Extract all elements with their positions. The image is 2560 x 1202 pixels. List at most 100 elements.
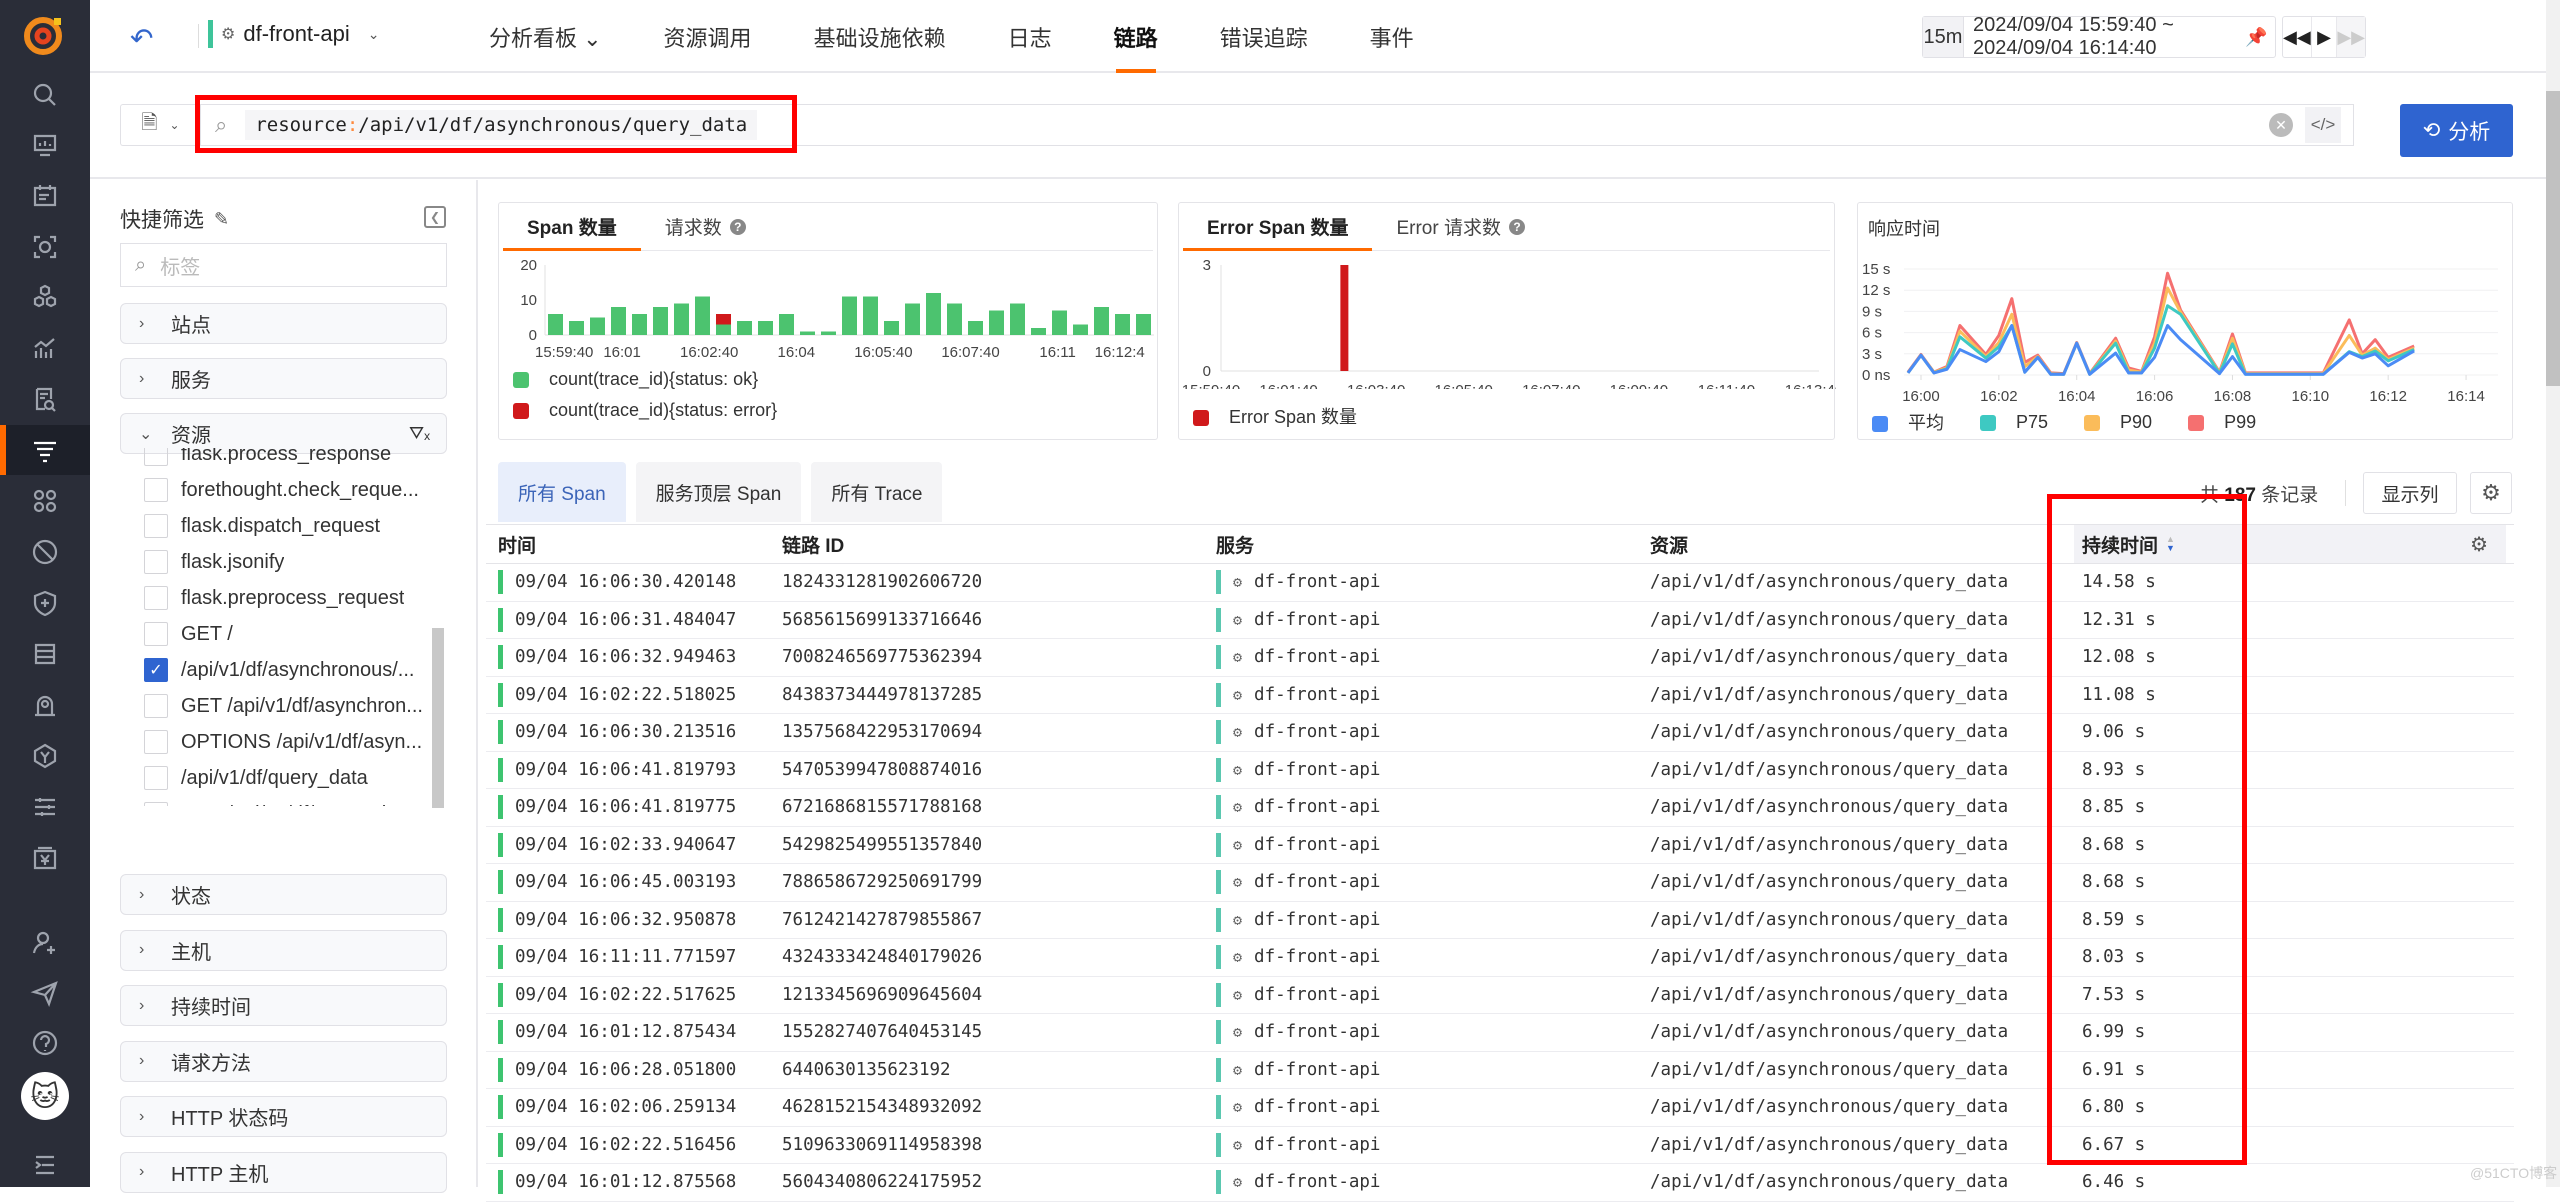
cell-trace-id[interactable]: 1552827407640453145 — [782, 1022, 1216, 1042]
resource-item[interactable]: ✓/api/v1/df/asynchronous/... — [144, 652, 444, 688]
bar-ok[interactable] — [800, 332, 815, 336]
tab-error-span-count[interactable]: Error Span 数量 — [1183, 203, 1372, 250]
bar-ok[interactable] — [632, 314, 647, 335]
cell-service[interactable]: ⚙df-front-api — [1216, 1133, 1650, 1157]
server-icon[interactable] — [0, 629, 90, 679]
col-time[interactable]: 时间 — [486, 531, 782, 558]
checkbox[interactable] — [144, 730, 168, 754]
filter-lines-icon[interactable] — [0, 425, 90, 475]
col-service[interactable]: 服务 — [1216, 531, 1650, 558]
cell-resource[interactable]: /api/v1/df/asynchronous/query_data — [1650, 910, 2082, 930]
billing-icon[interactable] — [0, 833, 90, 883]
cell-resource[interactable]: /api/v1/df/asynchronous/query_data — [1650, 947, 2082, 967]
chart-icon[interactable] — [0, 323, 90, 373]
cell-service[interactable]: ⚙df-front-api — [1216, 608, 1650, 632]
bar-ok[interactable] — [863, 297, 878, 336]
bar-error[interactable] — [1340, 265, 1348, 371]
bar-ok[interactable] — [779, 314, 794, 335]
filter-group-bottom-3[interactable]: ›请求方法 — [120, 1041, 447, 1082]
send-icon[interactable] — [0, 968, 90, 1018]
tab-1[interactable]: 资源调用 — [633, 0, 783, 73]
view-tab-1[interactable]: 服务顶层 Span — [636, 462, 802, 522]
edit-icon[interactable]: ✎ — [214, 209, 229, 230]
cell-service[interactable]: ⚙df-front-api — [1216, 1020, 1650, 1044]
query-type-selector[interactable]: 🗎 ⌄ — [120, 104, 200, 146]
service-selector[interactable]: ⚙ df-front-api ⌄ — [208, 20, 379, 48]
cell-service[interactable]: ⚙df-front-api — [1216, 1095, 1650, 1119]
cell-service[interactable]: ⚙df-front-api — [1216, 570, 1650, 594]
bar-ok[interactable] — [842, 297, 857, 336]
play-icon[interactable]: ▶ — [2312, 17, 2338, 57]
cell-resource[interactable]: /api/v1/df/asynchronous/query_data — [1650, 610, 2082, 630]
cell-trace-id[interactable]: 5470539947808874016 — [782, 760, 1216, 780]
tab-error-request-count[interactable]: Error 请求数? — [1372, 203, 1549, 250]
cell-trace-id[interactable]: 1357568422953170694 — [782, 722, 1216, 742]
dashboard-icon[interactable] — [0, 120, 90, 170]
tab-3[interactable]: 日志 — [977, 0, 1083, 73]
doc-search-icon[interactable] — [0, 374, 90, 424]
filter-group-bottom-1[interactable]: ›主机 — [120, 930, 447, 971]
bar-ok[interactable] — [590, 318, 605, 336]
help-icon[interactable]: ? — [730, 219, 746, 235]
filter-group-0[interactable]: ›站点 — [120, 303, 447, 344]
page-scrollbar[interactable] — [2546, 0, 2560, 1187]
cell-service[interactable]: ⚙df-front-api — [1216, 758, 1650, 782]
bar-ok[interactable] — [1115, 314, 1130, 335]
scrollbar-thumb[interactable] — [2546, 91, 2560, 386]
search-icon[interactable] — [0, 70, 90, 120]
pin-icon[interactable]: 📌 — [2245, 27, 2275, 48]
cell-resource[interactable]: /api/v1/df/asynchronous/query_data — [1650, 797, 2082, 817]
bar-ok[interactable] — [968, 321, 983, 335]
view-tab-2[interactable]: 所有 Trace — [811, 462, 942, 522]
cell-trace-id[interactable]: 5429825499551357840 — [782, 835, 1216, 855]
cell-resource[interactable]: /api/v1/df/asynchronous/query_data — [1650, 985, 2082, 1005]
analyze-button[interactable]: ⟲ 分析 — [2400, 104, 2513, 157]
cell-trace-id[interactable]: 7886586729250691799 — [782, 872, 1216, 892]
filter-group-1[interactable]: ›服务 — [120, 358, 447, 399]
cell-trace-id[interactable]: 5604340806224175952 — [782, 1172, 1216, 1192]
checkbox[interactable] — [144, 514, 168, 538]
cell-service[interactable]: ⚙df-front-api — [1216, 1058, 1650, 1082]
cell-service[interactable]: ⚙df-front-api — [1216, 795, 1650, 819]
checkbox[interactable] — [144, 766, 168, 790]
time-range-picker[interactable]: 15m 2024/09/04 15:59:40 ~ 2024/09/04 16:… — [1922, 16, 2276, 58]
checkbox[interactable] — [144, 448, 168, 466]
hexagons-icon[interactable] — [0, 272, 90, 322]
bar-ok[interactable] — [1052, 311, 1067, 336]
cell-trace-id[interactable]: 5685615699133716646 — [782, 610, 1216, 630]
cell-service[interactable]: ⚙df-front-api — [1216, 720, 1650, 744]
tab-2[interactable]: 基础设施依赖 — [783, 0, 977, 73]
search-input[interactable]: ⌕ resource:/api/v1/df/asynchronous/query… — [200, 104, 2354, 146]
time-range-text[interactable]: 2024/09/04 15:59:40 ~ 2024/09/04 16:14:4… — [1964, 14, 2245, 60]
bar-ok[interactable] — [716, 325, 731, 336]
tab-0[interactable]: 分析看板 ⌄ — [458, 0, 633, 73]
legend-item[interactable]: P90 — [2084, 412, 2152, 433]
bar-ok[interactable] — [821, 332, 836, 336]
back-icon[interactable]: ↶ — [130, 22, 153, 55]
bar-ok[interactable] — [926, 293, 941, 335]
tab-request-count[interactable]: 请求数? — [641, 203, 770, 250]
cell-resource[interactable]: /api/v1/df/asynchronous/query_data — [1650, 1135, 2082, 1155]
bar-ok[interactable] — [695, 297, 710, 336]
cube-icon[interactable] — [0, 731, 90, 781]
bar-ok[interactable] — [653, 307, 668, 335]
checkbox[interactable] — [144, 478, 168, 502]
cell-resource[interactable]: /api/v1/df/asynchronous/query_data — [1650, 1022, 2082, 1042]
cell-trace-id[interactable]: 5109633069114958398 — [782, 1135, 1216, 1155]
cell-service[interactable]: ⚙df-front-api — [1216, 870, 1650, 894]
cell-trace-id[interactable]: 8438373444978137285 — [782, 685, 1216, 705]
sliders-icon[interactable] — [0, 782, 90, 832]
resource-item[interactable]: OPTIONS /api/v1/df/asyn... — [144, 724, 444, 760]
bar-ok[interactable] — [737, 321, 752, 335]
tab-4[interactable]: 链路 — [1083, 0, 1189, 73]
bar-ok[interactable] — [1073, 325, 1088, 336]
cell-service[interactable]: ⚙df-front-api — [1216, 945, 1650, 969]
cell-trace-id[interactable]: 1213345696909645604 — [782, 985, 1216, 1005]
cell-service[interactable]: ⚙df-front-api — [1216, 1170, 1650, 1194]
legend-item[interactable]: count(trace_id){status: error} — [513, 400, 777, 421]
resource-scrollbar[interactable] — [432, 448, 444, 806]
cell-service[interactable]: ⚙df-front-api — [1216, 908, 1650, 932]
radar-icon[interactable] — [0, 527, 90, 577]
bar-ok[interactable] — [611, 307, 626, 335]
scan-icon[interactable] — [0, 222, 90, 272]
